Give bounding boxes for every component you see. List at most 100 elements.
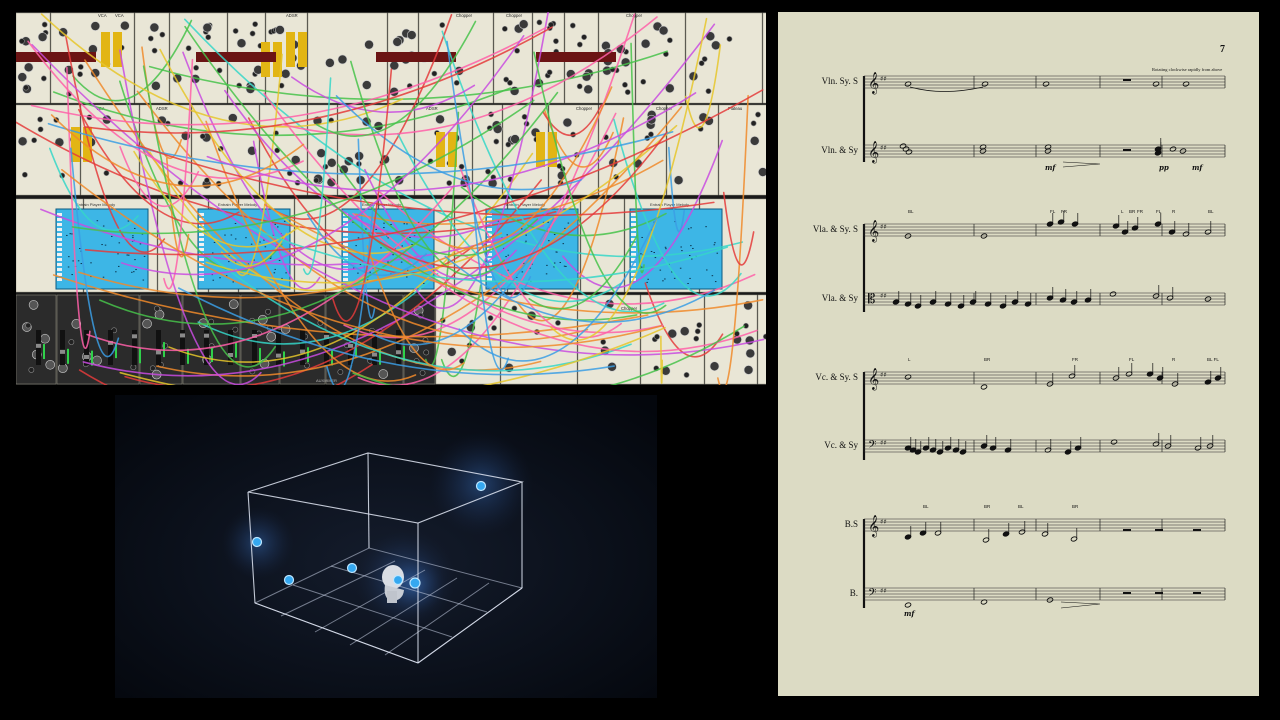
jack bbox=[581, 34, 587, 41]
note-dot bbox=[563, 265, 566, 267]
keyboard-key bbox=[343, 233, 348, 236]
note-dot bbox=[673, 277, 676, 279]
knob bbox=[28, 300, 39, 310]
jack bbox=[249, 30, 256, 37]
spatial-audio-view[interactable] bbox=[115, 395, 657, 698]
jack bbox=[576, 83, 583, 90]
tech-mark: BR bbox=[984, 357, 991, 362]
note-dot bbox=[259, 241, 261, 243]
note-dot bbox=[664, 246, 667, 248]
note-dot bbox=[264, 246, 267, 248]
knob bbox=[120, 20, 130, 31]
jack bbox=[493, 138, 500, 145]
mixer-fader bbox=[60, 349, 65, 354]
sound-source-4[interactable] bbox=[346, 562, 358, 574]
jack bbox=[304, 362, 310, 369]
jack bbox=[199, 133, 206, 140]
note-dot bbox=[375, 228, 377, 230]
note-dot bbox=[212, 279, 215, 281]
keyboard-key bbox=[57, 243, 62, 246]
note-dot bbox=[274, 268, 276, 270]
sound-source-5[interactable] bbox=[392, 574, 404, 586]
knob bbox=[446, 347, 457, 357]
knob bbox=[658, 25, 669, 36]
keyboard-key bbox=[57, 258, 62, 261]
rack-module bbox=[307, 12, 388, 104]
knob bbox=[236, 38, 247, 49]
knob bbox=[17, 136, 28, 147]
note-dot bbox=[102, 276, 105, 278]
jack bbox=[624, 89, 631, 95]
knob bbox=[364, 39, 374, 50]
knob bbox=[745, 348, 756, 359]
keyboard-key bbox=[57, 228, 62, 231]
tie bbox=[909, 86, 984, 92]
fader bbox=[113, 32, 122, 67]
sound-source-3[interactable] bbox=[283, 574, 295, 586]
dynamic-mf: mf bbox=[904, 609, 915, 618]
keyboard-key bbox=[631, 223, 636, 226]
tech-mark: FR bbox=[1137, 209, 1143, 214]
note-dot bbox=[117, 253, 119, 255]
sound-source-1[interactable] bbox=[475, 480, 487, 492]
jack bbox=[503, 76, 510, 83]
knob bbox=[40, 333, 50, 344]
note-dot bbox=[90, 262, 92, 264]
mixer-fader-slot bbox=[396, 330, 401, 365]
knob bbox=[679, 326, 690, 337]
jack bbox=[683, 372, 690, 378]
note-head bbox=[980, 384, 988, 390]
keyboard-key bbox=[57, 253, 62, 256]
whole-rest bbox=[1123, 592, 1131, 594]
jack bbox=[555, 320, 561, 326]
knob bbox=[90, 21, 101, 31]
jack bbox=[622, 81, 628, 88]
knob bbox=[337, 54, 348, 65]
jack bbox=[77, 71, 83, 78]
knob bbox=[228, 299, 239, 310]
rack-canvas[interactable]: Entrain Player Melody Entrain Player Melo… bbox=[16, 12, 766, 385]
knob bbox=[749, 136, 760, 146]
note-dot bbox=[283, 220, 286, 222]
level-meter bbox=[235, 342, 237, 358]
mixer-fader bbox=[396, 350, 401, 355]
note-dot bbox=[705, 226, 707, 228]
level-meter bbox=[139, 348, 141, 364]
note-dot bbox=[690, 245, 692, 247]
note-dot bbox=[383, 227, 385, 229]
knob bbox=[392, 37, 403, 47]
note-dot bbox=[383, 222, 385, 224]
knob bbox=[758, 167, 766, 177]
jack bbox=[666, 37, 673, 44]
note-dot bbox=[506, 234, 508, 236]
sound-source-6[interactable] bbox=[409, 577, 421, 589]
note-dot bbox=[662, 280, 664, 282]
module-title: ADSR bbox=[286, 13, 298, 18]
jack bbox=[205, 34, 212, 41]
knob bbox=[37, 32, 48, 42]
note-dot bbox=[687, 228, 690, 230]
module-title: VCA bbox=[98, 13, 107, 18]
note-dot bbox=[690, 227, 692, 229]
fader bbox=[101, 32, 110, 67]
sound-source-2[interactable] bbox=[251, 536, 263, 548]
note-dot bbox=[96, 220, 99, 222]
note-dot bbox=[650, 250, 653, 252]
bass-clef: 𝄢 bbox=[868, 587, 876, 602]
jack bbox=[439, 22, 446, 28]
knob bbox=[149, 22, 160, 33]
note-dot bbox=[369, 271, 371, 273]
note-dot bbox=[228, 261, 230, 263]
level-meter bbox=[307, 347, 309, 363]
note-dot bbox=[281, 277, 283, 279]
note-dot bbox=[681, 250, 683, 252]
modular-synth-rack[interactable]: Entrain Player Melody Entrain Player Melo… bbox=[16, 12, 766, 385]
jack bbox=[548, 21, 554, 28]
note-dot bbox=[556, 251, 558, 253]
note-dot bbox=[230, 234, 233, 236]
spatial-canvas[interactable] bbox=[115, 395, 657, 698]
keyboard-key bbox=[631, 233, 636, 236]
jack bbox=[487, 315, 494, 321]
note-dot bbox=[357, 237, 360, 239]
note-dot bbox=[679, 267, 682, 269]
